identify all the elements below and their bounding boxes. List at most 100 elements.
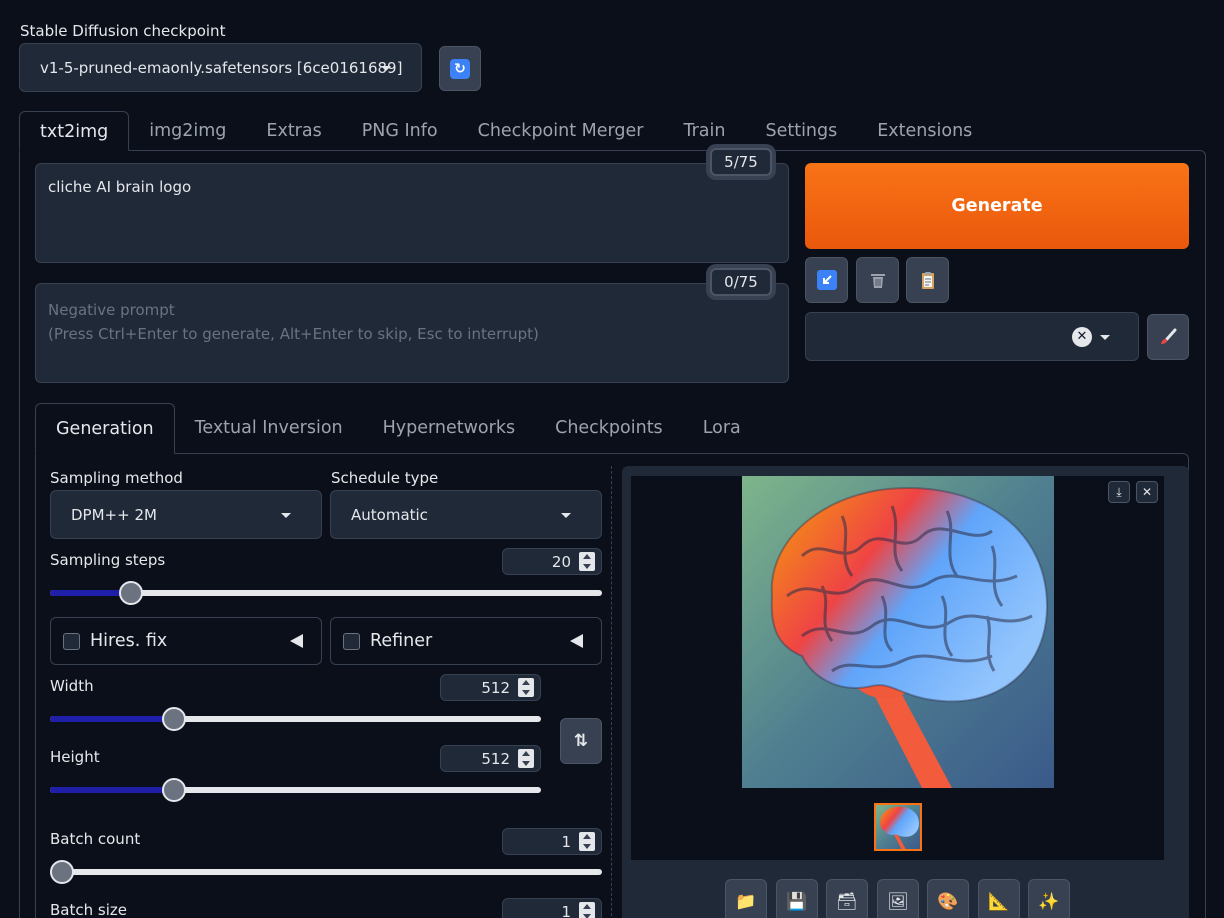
refiner-accordion[interactable]: Refiner — [330, 617, 602, 665]
height-label: Height — [50, 748, 100, 766]
gallery-thumbnail[interactable] — [874, 803, 922, 851]
sampling-method-dropdown[interactable]: DPM++ 2M — [50, 490, 322, 539]
prompt-token-counter: 5/75 — [710, 148, 772, 176]
slider-thumb[interactable] — [50, 860, 74, 884]
tab-extensions[interactable]: Extensions — [857, 111, 992, 151]
folder-icon: 📁 — [735, 892, 757, 912]
palette-icon: 🎨 — [937, 892, 959, 912]
triangle-left-icon — [290, 634, 303, 648]
save-icon: 💾 — [786, 892, 808, 912]
save-button[interactable]: 💾 — [776, 879, 818, 918]
trash-icon — [870, 274, 885, 288]
send-to-extras-button[interactable]: 📐 — [978, 879, 1020, 918]
batch-count-input[interactable]: 1 — [502, 828, 602, 855]
prompt-text: cliche AI brain logo — [48, 178, 192, 196]
tab-hypernetworks[interactable]: Hypernetworks — [363, 403, 535, 454]
width-slider[interactable] — [50, 707, 541, 731]
stepper-icon[interactable] — [579, 832, 595, 851]
chevron-down-icon — [1100, 335, 1110, 340]
schedule-type-dropdown[interactable]: Automatic — [330, 490, 602, 539]
width-label: Width — [50, 677, 94, 695]
refresh-checkpoint-button[interactable]: ↻ — [439, 46, 481, 91]
send-to-img2img-button[interactable]: 🖼 — [877, 879, 919, 918]
zip-button[interactable]: 🗃 — [826, 879, 868, 918]
stepper-icon[interactable] — [518, 678, 534, 697]
close-icon[interactable]: ✕ — [1072, 327, 1092, 347]
tab-checkpoints[interactable]: Checkpoints — [535, 403, 683, 454]
slider-fill — [50, 787, 175, 793]
slider-thumb[interactable] — [118, 581, 143, 605]
negative-prompt-input[interactable]: Negative prompt (Press Ctrl+Enter to gen… — [35, 283, 789, 383]
prompt-input[interactable]: cliche AI brain logo — [35, 163, 789, 263]
read-params-button[interactable] — [805, 257, 848, 303]
upscale-button[interactable]: ✨ — [1028, 879, 1070, 918]
negative-prompt-hint: (Press Ctrl+Enter to generate, Alt+Enter… — [48, 325, 539, 343]
download-icon: ⤓ — [1116, 484, 1122, 499]
batch-count-slider[interactable] — [50, 860, 602, 884]
tab-img2img[interactable]: img2img — [129, 111, 246, 151]
tab-train[interactable]: Train — [663, 111, 745, 151]
hires-fix-checkbox[interactable] — [63, 632, 80, 650]
checkpoint-label: Stable Diffusion checkpoint — [20, 22, 226, 40]
hires-fix-accordion[interactable]: Hires. fix — [50, 617, 322, 665]
refiner-checkbox[interactable] — [343, 632, 360, 650]
tab-txt2img[interactable]: txt2img — [19, 111, 130, 151]
column-divider — [611, 466, 612, 918]
swap-icon: ⇅ — [573, 731, 589, 751]
paste-button[interactable] — [906, 257, 949, 303]
sampling-method-label: Sampling method — [50, 469, 183, 487]
chevron-down-icon — [561, 513, 571, 518]
stepper-icon[interactable] — [518, 749, 534, 768]
sampling-steps-slider[interactable] — [50, 581, 602, 605]
main-tabs: txt2img img2img Extras PNG Info Checkpoi… — [19, 111, 992, 151]
tab-checkpoint-merger[interactable]: Checkpoint Merger — [458, 111, 664, 151]
refiner-label: Refiner — [370, 631, 433, 651]
slider-thumb[interactable] — [162, 778, 187, 802]
batch-size-value: 1 — [561, 902, 571, 918]
apply-style-button[interactable] — [1147, 314, 1189, 360]
height-slider[interactable] — [50, 778, 541, 802]
styles-dropdown[interactable]: ✕ — [805, 312, 1139, 361]
zip-icon: 🗃 — [836, 892, 858, 912]
height-value: 512 — [481, 749, 510, 768]
chevron-down-icon — [281, 513, 291, 518]
stepper-icon[interactable] — [579, 552, 595, 571]
image-icon: 🖼 — [887, 892, 909, 912]
brain-thumbnail-art — [876, 805, 920, 849]
close-gallery-button[interactable]: ✕ — [1136, 481, 1158, 503]
close-icon: ✕ — [1141, 485, 1153, 499]
slider-fill — [50, 716, 175, 722]
batch-size-label: Batch size — [50, 901, 127, 918]
batch-count-label: Batch count — [50, 830, 141, 848]
schedule-type-value: Automatic — [351, 505, 428, 524]
clipboard-icon — [921, 272, 934, 289]
sampling-steps-input[interactable]: 20 — [502, 548, 602, 575]
paintbrush-icon — [1161, 328, 1177, 344]
batch-count-value: 1 — [561, 832, 571, 851]
sampling-method-value: DPM++ 2M — [71, 505, 157, 524]
slider-thumb[interactable] — [162, 707, 187, 731]
batch-size-input[interactable]: 1 — [502, 898, 602, 918]
tab-png-info[interactable]: PNG Info — [342, 111, 458, 151]
send-to-inpaint-button[interactable]: 🎨 — [927, 879, 969, 918]
swap-dimensions-button[interactable]: ⇅ — [560, 718, 602, 764]
triangle-left-icon — [570, 634, 583, 648]
tab-extras[interactable]: Extras — [246, 111, 341, 151]
width-input[interactable]: 512 — [440, 674, 541, 701]
tab-generation[interactable]: Generation — [35, 403, 175, 454]
stepper-icon[interactable] — [579, 902, 595, 918]
generate-button[interactable]: Generate — [805, 163, 1189, 249]
width-value: 512 — [481, 678, 510, 697]
refresh-icon: ↻ — [450, 58, 470, 79]
open-folder-button[interactable]: 📁 — [725, 879, 767, 918]
height-input[interactable]: 512 — [440, 745, 541, 772]
negative-token-counter: 0/75 — [710, 268, 772, 296]
download-button[interactable]: ⤓ — [1108, 481, 1130, 503]
tab-lora[interactable]: Lora — [683, 403, 761, 454]
checkpoint-dropdown[interactable]: v1-5-pruned-emaonly.safetensors [6ce0161… — [19, 43, 422, 92]
clear-prompt-button[interactable] — [856, 257, 899, 303]
tab-settings[interactable]: Settings — [745, 111, 857, 151]
tab-textual-inversion[interactable]: Textual Inversion — [175, 403, 363, 454]
sampling-steps-label: Sampling steps — [50, 551, 166, 569]
generated-image[interactable] — [742, 476, 1054, 788]
